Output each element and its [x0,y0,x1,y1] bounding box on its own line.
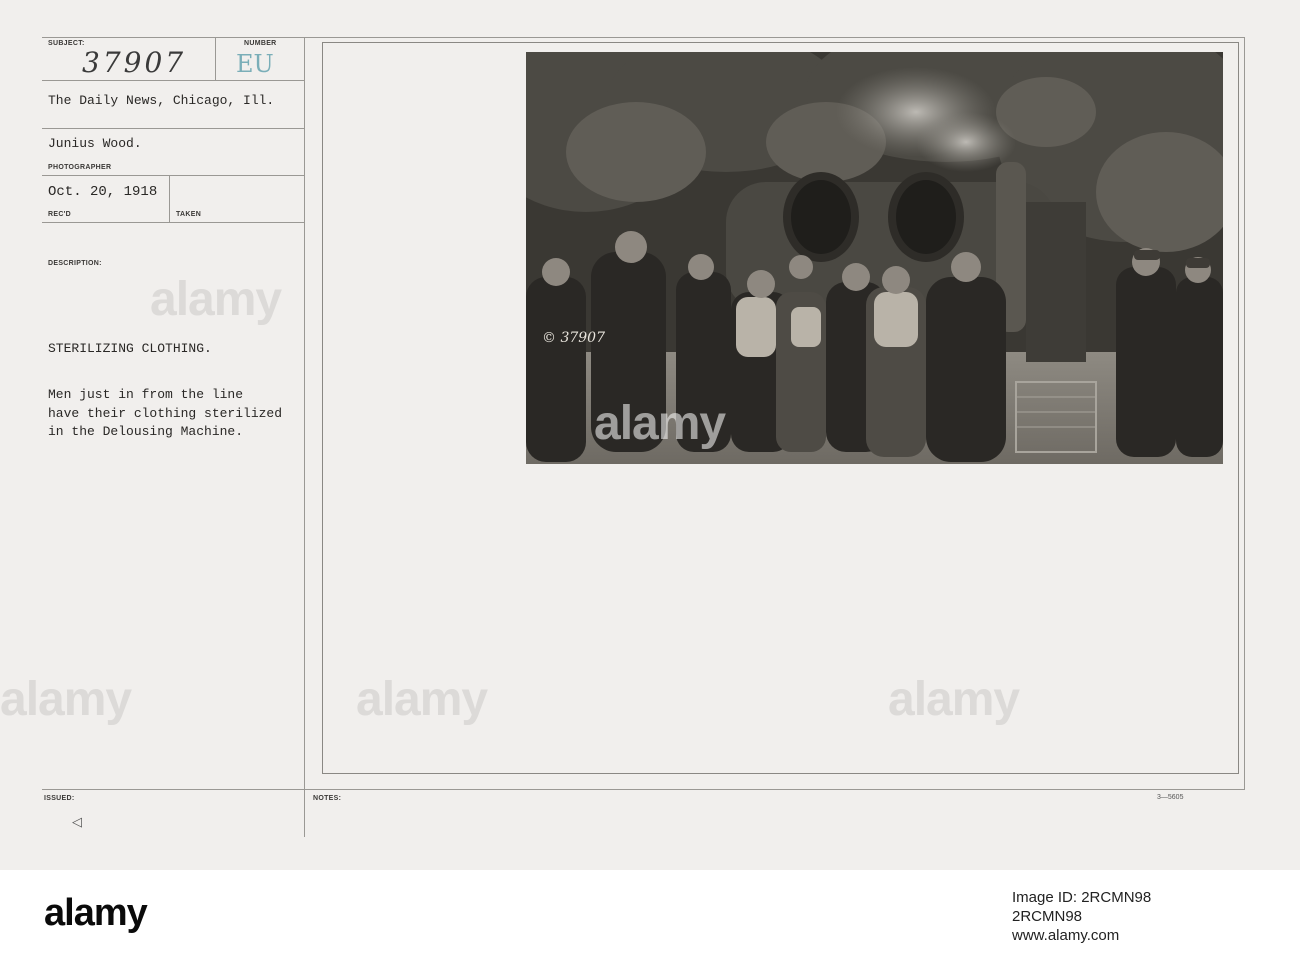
image-id-label: Image ID: 2RCMN98 [1012,889,1152,906]
stock-footer [0,870,1300,962]
description-title: STERILIZING CLOTHING. [48,341,212,356]
rule-subject-divider [215,37,216,80]
label-issued: ISSUED: [44,795,75,802]
number-stamp: EU [236,50,274,78]
subject-number-handwritten: 37907 [82,46,187,79]
date-received: Oct. 20, 1918 [48,184,158,200]
description-line-2: have their clothing sterilized [48,406,283,421]
label-recd: REC'D [48,211,71,218]
description-line-3: in the Delousing Machine. [48,424,244,439]
rule-source [42,128,305,129]
rule-left-column [304,37,305,837]
rule-subject [42,80,305,81]
rule-dates [42,222,305,223]
rule-right-edge [1244,37,1245,789]
watermark-5: alamy [888,673,1020,726]
site-url: www.alamy.com [1012,927,1120,944]
rule-photographer [42,175,305,176]
archive-card: SUBJECT: NUMBER PHOTOGRAPHER REC'D TAKEN… [0,0,1300,870]
form-code: 3—5605 [1157,794,1184,801]
image-id-code: 2RCMN98 [1012,908,1083,925]
label-photographer: PHOTOGRAPHER [48,164,112,171]
watermark-3: alamy [0,673,132,726]
issued-mark: ◁ [72,815,82,830]
description-line-1: Men just in from the line [48,387,244,402]
photographer-name: Junius Wood. [48,136,142,151]
label-taken: TAKEN [176,211,202,218]
photo-negative-number: © 37907 [542,330,605,346]
watermark-4: alamy [356,673,488,726]
card-bottom-rule [42,789,1245,790]
label-description: DESCRIPTION: [48,260,102,267]
rule-date-divider [169,175,170,222]
label-subject: SUBJECT: [48,40,85,47]
alamy-logo: alamy [44,892,148,934]
card-top-rule [42,37,1245,38]
label-notes: NOTES: [313,795,342,802]
watermark-2: alamy [594,397,726,450]
label-number: NUMBER [244,40,277,47]
source-text: The Daily News, Chicago, Ill. [48,93,275,108]
watermark-1: alamy [150,273,282,326]
